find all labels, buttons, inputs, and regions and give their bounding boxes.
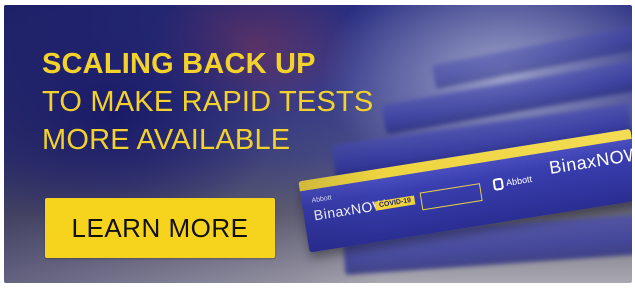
headline-line-1: SCALING BACK UP	[42, 48, 316, 80]
learn-more-button[interactable]: LEARN MORE	[45, 198, 275, 258]
abbott-logo-icon	[492, 177, 505, 191]
headline-line-2: TO MAKE RAPID TESTS	[42, 86, 374, 118]
headline: SCALING BACK UP TO MAKE RAPID TESTS MORE…	[42, 45, 373, 159]
box-fine-print	[419, 183, 483, 211]
abbott-logo: Abbott	[492, 173, 533, 191]
headline-line-3: MORE AVAILABLE	[42, 124, 291, 156]
promo-banner[interactable]: Abbott BinaxNOW COVID-19 Abbott BinaxNOW…	[4, 5, 632, 283]
abbott-logo-text: Abbott	[505, 173, 533, 188]
box-maker-small-text: Abbott	[311, 194, 333, 205]
